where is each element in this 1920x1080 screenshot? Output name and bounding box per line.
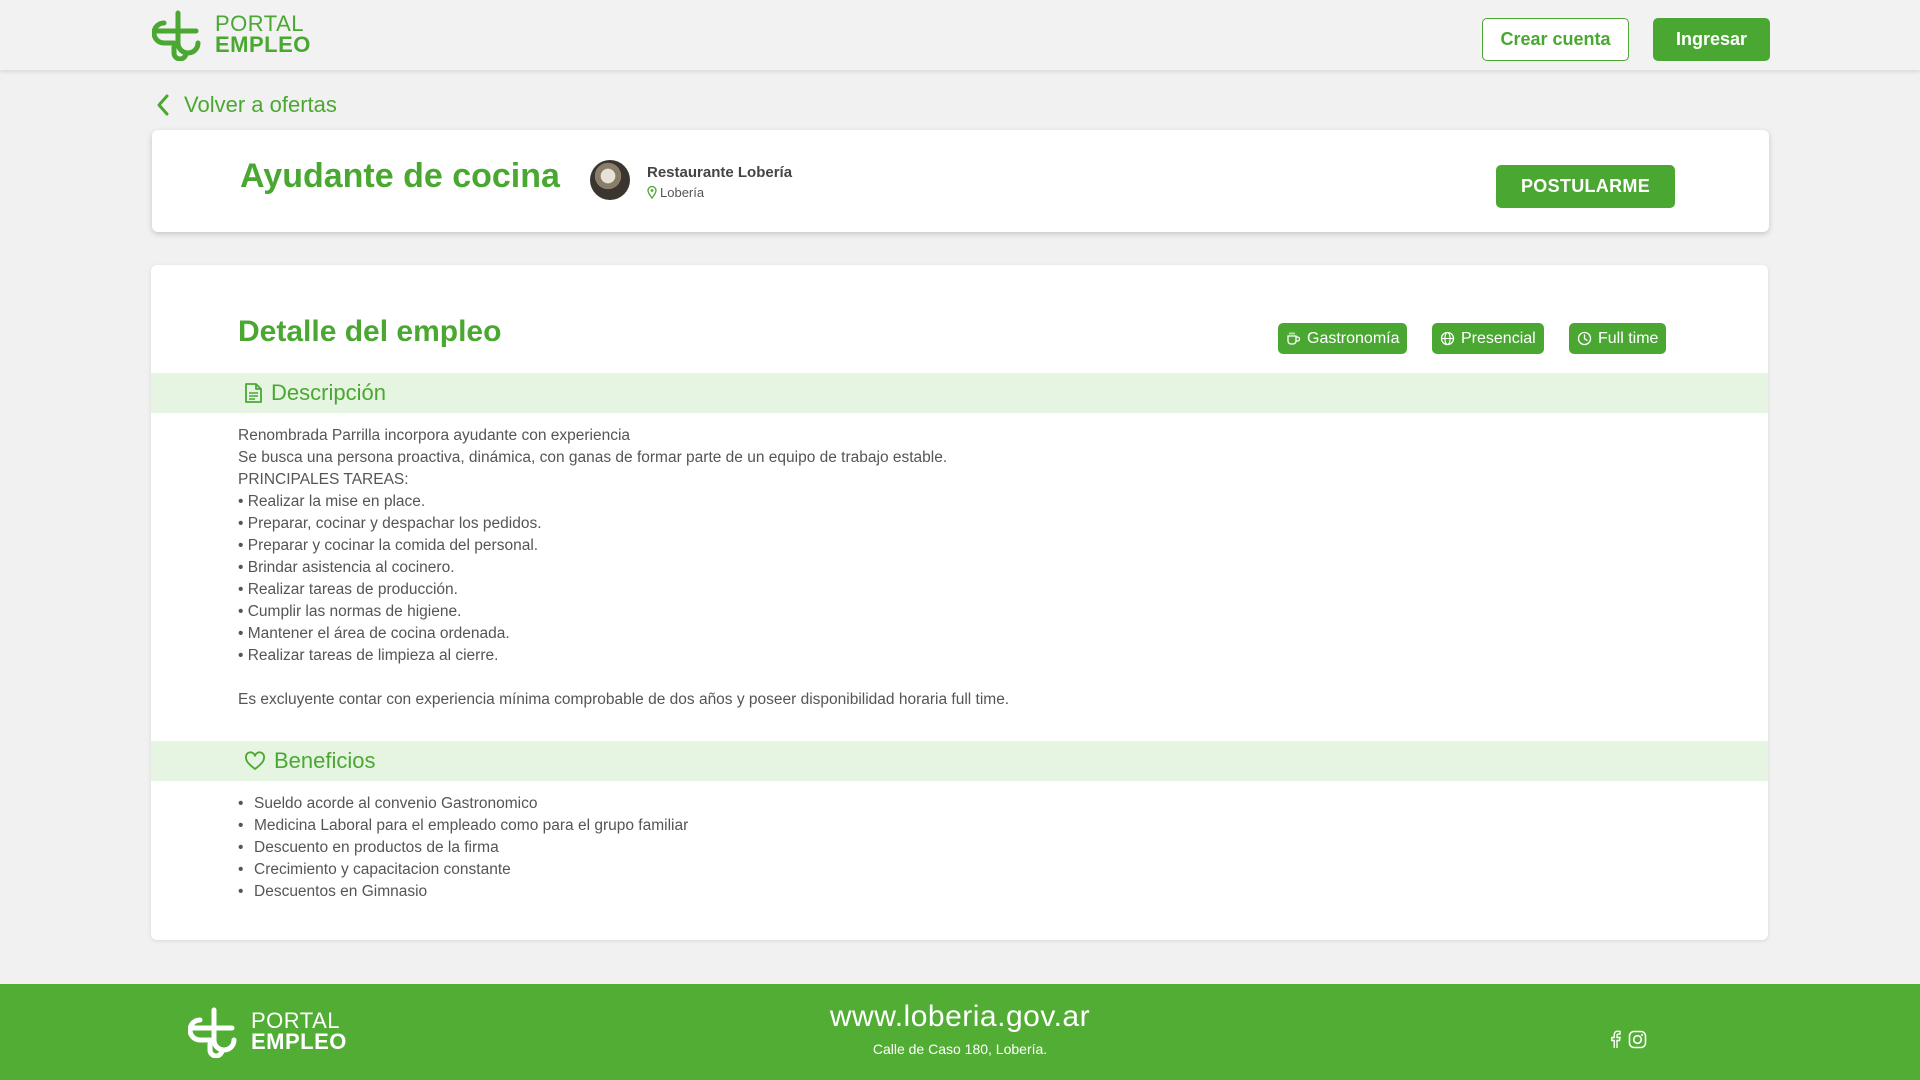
description-line: • Mantener el área de cocina ordenada.: [238, 625, 510, 642]
benefit-item: Crecimiento y capacitacion constante: [238, 859, 688, 881]
facebook-link[interactable]: [1609, 1030, 1621, 1049]
login-button[interactable]: Ingresar: [1653, 18, 1770, 61]
company-name[interactable]: Restaurante Lobería: [647, 164, 792, 181]
detail-title: Detalle del empleo: [238, 315, 502, 348]
logo-line-2: EMPLEO: [215, 32, 311, 57]
chevron-left-icon: [157, 94, 169, 116]
footer-website[interactable]: www.loberia.gov.ar: [0, 1000, 1920, 1034]
job-title: Ayudante de cocina: [240, 157, 560, 195]
benefit-item: Descuentos en Gimnasio: [238, 881, 688, 903]
location-pin-icon: [647, 186, 657, 199]
description-line: [238, 667, 1009, 689]
globe-icon: [1440, 331, 1455, 346]
logo-cross-icon: [152, 10, 201, 61]
description-line: • Realizar tareas de limpieza al cierre.: [238, 647, 499, 664]
coffee-cup-icon: [1287, 332, 1301, 345]
create-account-button[interactable]: Crear cuenta: [1482, 18, 1629, 61]
benefit-item: Sueldo acorde al convenio Gastronomico: [238, 793, 688, 815]
description-text: Renombrada Parrilla incorpora ayudante c…: [238, 425, 1009, 711]
portal-empleo-logo[interactable]: PORTAL EMPLEO: [152, 9, 311, 61]
tag-label: Full time: [1598, 329, 1659, 347]
company-location-text: Lobería: [660, 185, 705, 200]
tag-gastronomia: Gastronomía: [1278, 323, 1408, 354]
clock-icon: [1577, 331, 1592, 346]
heart-icon: [245, 751, 265, 770]
description-line: Se busca una persona proactiva, dinámica…: [238, 449, 948, 466]
description-line: • Realizar la mise en place.: [238, 493, 426, 510]
tag-label: Gastronomía: [1307, 329, 1400, 347]
description-line: • Realizar tareas de producción.: [238, 581, 458, 598]
description-line: • Cumplir las normas de higiene.: [238, 603, 462, 620]
description-line: • Preparar y cocinar la comida del perso…: [238, 537, 539, 554]
description-line: Renombrada Parrilla incorpora ayudante c…: [238, 427, 631, 444]
job-header-card: Ayudante de cocina Restaurante Lobería L…: [152, 130, 1769, 232]
description-line: • Preparar, cocinar y despachar los pedi…: [238, 515, 542, 532]
tag-full-time: Full time: [1569, 323, 1667, 354]
back-to-offers-link[interactable]: Volver a ofertas: [156, 92, 337, 118]
description-line: • Brindar asistencia al cocinero.: [238, 559, 455, 576]
tag-presencial: Presencial: [1432, 323, 1544, 354]
benefits-list: Sueldo acorde al convenio Gastronomico M…: [238, 793, 688, 903]
job-detail-card: Detalle del empleo Gastronomía Presencia…: [151, 265, 1768, 940]
benefit-item: Medicina Laboral para el empleado como p…: [238, 815, 688, 837]
description-line: Es excluyente contar con experiencia mín…: [238, 691, 1010, 708]
document-icon: [245, 383, 262, 403]
description-line: PRINCIPALES TAREAS:: [238, 471, 409, 488]
description-heading: Descripción: [151, 373, 1768, 413]
instagram-icon: [1628, 1030, 1647, 1049]
benefit-item: Descuento en productos de la firma: [238, 837, 688, 859]
facebook-icon: [1611, 1030, 1621, 1048]
benefits-heading: Beneficios: [151, 741, 1768, 781]
back-label: Volver a ofertas: [184, 92, 337, 117]
description-heading-text: Descripción: [271, 380, 386, 405]
apply-button[interactable]: POSTULARME: [1496, 165, 1675, 208]
top-header: PORTAL EMPLEO Crear cuenta Ingresar: [0, 0, 1920, 70]
footer: PORTAL EMPLEO www.loberia.gov.ar Calle d…: [0, 984, 1920, 1080]
company-location: Lobería: [647, 185, 704, 200]
tag-label: Presencial: [1461, 329, 1536, 347]
instagram-link[interactable]: [1628, 1030, 1647, 1049]
benefits-heading-text: Beneficios: [274, 748, 376, 773]
company-avatar: [590, 160, 630, 200]
